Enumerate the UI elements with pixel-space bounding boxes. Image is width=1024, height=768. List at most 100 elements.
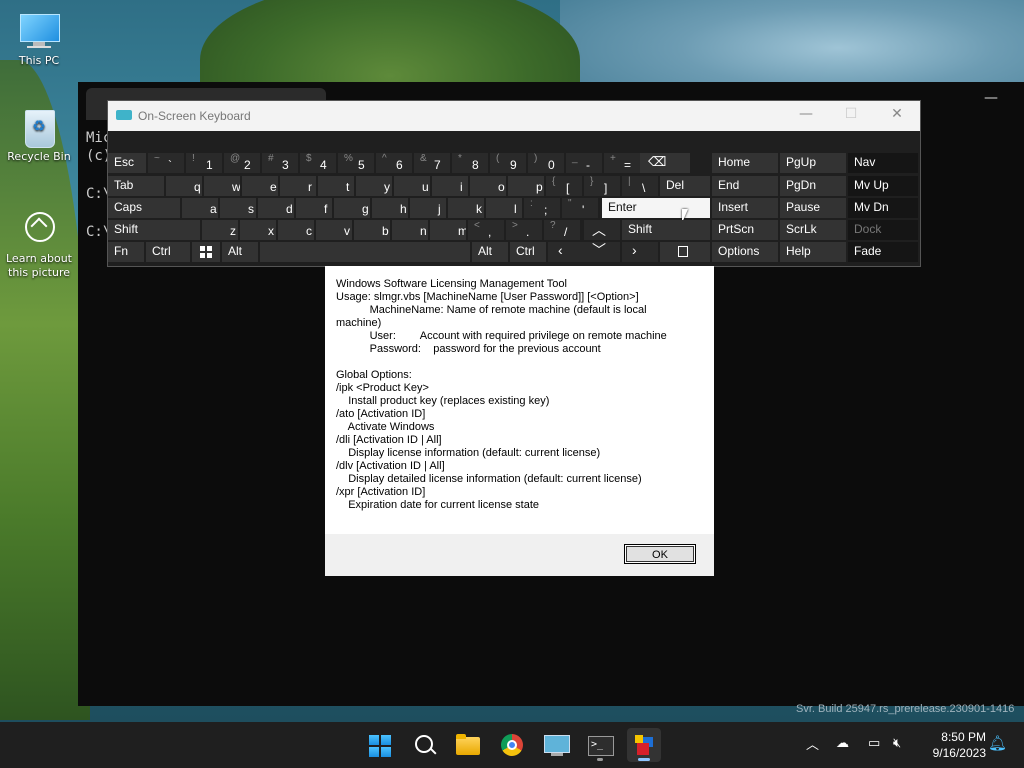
key-letter-l[interactable]: l [486, 198, 522, 218]
key-row2-sym-1[interactable]: }] [584, 176, 620, 196]
key-row4-sym-1[interactable]: >. [506, 220, 542, 240]
key-letter-q[interactable]: q [166, 176, 202, 196]
key-nav-help[interactable]: Help [780, 242, 846, 262]
key-letter-v[interactable]: v [316, 220, 352, 240]
key-backspace[interactable]: ⌫ [640, 153, 690, 173]
key-row1-6[interactable]: ^ 6 [376, 153, 412, 173]
key-row1-9[interactable]: (9 [490, 153, 526, 173]
desktop-icon-recycle-bin[interactable]: ♻ Recycle Bin [2, 108, 76, 164]
key-nav-nav[interactable]: Nav [848, 153, 918, 173]
terminal-button[interactable]: >_ [583, 728, 617, 762]
key-row1-3[interactable]: #3 [262, 153, 298, 173]
key-menu[interactable] [660, 242, 710, 262]
key-letter-o[interactable]: o [470, 176, 506, 196]
key-row3-sym-0[interactable]: :; [524, 198, 560, 218]
key-nav-scrlk[interactable]: ScrLk [780, 220, 846, 240]
key-letter-f[interactable]: f [296, 198, 332, 218]
key-nav-options[interactable]: Options [712, 242, 778, 262]
key-row1-1[interactable]: ! 1 [186, 153, 222, 173]
key-shift-right[interactable]: Shift [622, 220, 710, 240]
search-button[interactable] [407, 728, 441, 762]
key-letter-t[interactable]: t [318, 176, 354, 196]
volume-muted-icon[interactable]: 🔇︎ [893, 736, 901, 751]
key-letter-h[interactable]: h [372, 198, 408, 218]
key-shift-left[interactable]: Shift [108, 220, 200, 240]
desktop-icon-this-pc[interactable]: This PC [2, 12, 76, 68]
key-arrow-down[interactable]: ﹀ [584, 242, 620, 262]
key-letter-x[interactable]: x [240, 220, 276, 240]
key-row2-sym-2[interactable]: | \ [622, 176, 658, 196]
key-space[interactable] [260, 242, 470, 262]
key-nav-home[interactable]: Home [712, 153, 778, 173]
key-enter[interactable]: Enter [602, 198, 710, 218]
key-esc[interactable]: Esc [108, 153, 146, 173]
key-row1-10[interactable]: ) 0 [528, 153, 564, 173]
key-row1-2[interactable]: @2 [224, 153, 260, 173]
key-letter-p[interactable]: p [508, 176, 544, 196]
key-fn[interactable]: Fn [108, 242, 144, 262]
key-row1-5[interactable]: % 5 [338, 153, 374, 173]
key-row1-8[interactable]: * 8 [452, 153, 488, 173]
key-row4-sym-2[interactable]: ? / [544, 220, 580, 240]
key-row1-4[interactable]: $4 [300, 153, 336, 173]
key-arrow-right[interactable]: › [622, 242, 658, 262]
key-row3-sym-1[interactable]: " ' [562, 198, 598, 218]
osk-close-button[interactable]: ✕ [882, 106, 912, 126]
file-explorer-button[interactable] [451, 728, 485, 762]
key-nav-fade[interactable]: Fade [848, 242, 918, 262]
key-tab[interactable]: Tab [108, 176, 164, 196]
key-letter-w[interactable]: w [204, 176, 240, 196]
key-alt-left[interactable]: Alt [222, 242, 258, 262]
key-ctrl-left[interactable]: Ctrl [146, 242, 190, 262]
key-letter-d[interactable]: d [258, 198, 294, 218]
key-del[interactable]: Del [660, 176, 710, 196]
on-screen-keyboard-window[interactable]: On-Screen Keyboard — ☐ ✕ Esc ⌫ Tab Del C… [108, 101, 920, 266]
key-letter-c[interactable]: c [278, 220, 314, 240]
key-row1-11[interactable]: _ - [566, 153, 602, 173]
system-clock[interactable]: 8:50 PM 9/16/2023 [920, 729, 986, 761]
network-icon[interactable]: ▭ [868, 736, 880, 751]
osk-taskbar-button[interactable] [627, 728, 661, 762]
key-letter-u[interactable]: u [394, 176, 430, 196]
notification-bell-icon[interactable]: 🔔︎ [988, 734, 1007, 752]
key-row1-12[interactable]: + = [604, 153, 640, 173]
key-nav-dock[interactable]: Dock [848, 220, 918, 240]
key-nav-end[interactable]: End [712, 176, 778, 196]
key-nav-mv-dn[interactable]: Mv Dn [848, 198, 918, 218]
osk-titlebar[interactable]: On-Screen Keyboard — ☐ ✕ [108, 101, 920, 131]
key-caps[interactable]: Caps [108, 198, 180, 218]
osk-minimize-button[interactable]: — [791, 106, 821, 126]
key-row1-0[interactable]: ~ ` [148, 153, 184, 173]
key-letter-b[interactable]: b [354, 220, 390, 240]
key-ctrl-right[interactable]: Ctrl [510, 242, 546, 262]
key-nav-pgup[interactable]: PgUp [780, 153, 846, 173]
key-letter-s[interactable]: s [220, 198, 256, 218]
key-letter-r[interactable]: r [280, 176, 316, 196]
key-row1-7[interactable]: & 7 [414, 153, 450, 173]
chrome-button[interactable] [495, 728, 529, 762]
key-nav-mv-up[interactable]: Mv Up [848, 176, 918, 196]
key-letter-z[interactable]: z [202, 220, 238, 240]
key-nav-pgdn[interactable]: PgDn [780, 176, 846, 196]
slmgr-message-dialog[interactable]: Windows Software Licensing Management To… [325, 266, 714, 576]
key-nav-pause[interactable]: Pause [780, 198, 846, 218]
key-arrow-left[interactable]: ‹ [548, 242, 584, 262]
key-windows[interactable] [192, 242, 220, 262]
key-nav-prtscn[interactable]: PrtScn [712, 220, 778, 240]
key-letter-i[interactable]: i [432, 176, 468, 196]
key-letter-n[interactable]: n [392, 220, 428, 240]
key-nav-insert[interactable]: Insert [712, 198, 778, 218]
terminal-minimize-button[interactable]: — [984, 90, 998, 106]
start-button[interactable] [363, 728, 397, 762]
key-letter-a[interactable]: a [182, 198, 218, 218]
key-alt-right[interactable]: Alt [472, 242, 508, 262]
key-letter-g[interactable]: g [334, 198, 370, 218]
key-letter-e[interactable]: e [242, 176, 278, 196]
onedrive-info-icon[interactable]: ☁ [836, 736, 849, 751]
remote-desktop-button[interactable] [539, 728, 573, 762]
key-letter-k[interactable]: k [448, 198, 484, 218]
key-letter-m[interactable]: m [430, 220, 466, 240]
show-hidden-icons-chevron[interactable]: ︿ [806, 734, 819, 753]
ok-button[interactable]: OK [624, 544, 696, 564]
key-letter-y[interactable]: y [356, 176, 392, 196]
